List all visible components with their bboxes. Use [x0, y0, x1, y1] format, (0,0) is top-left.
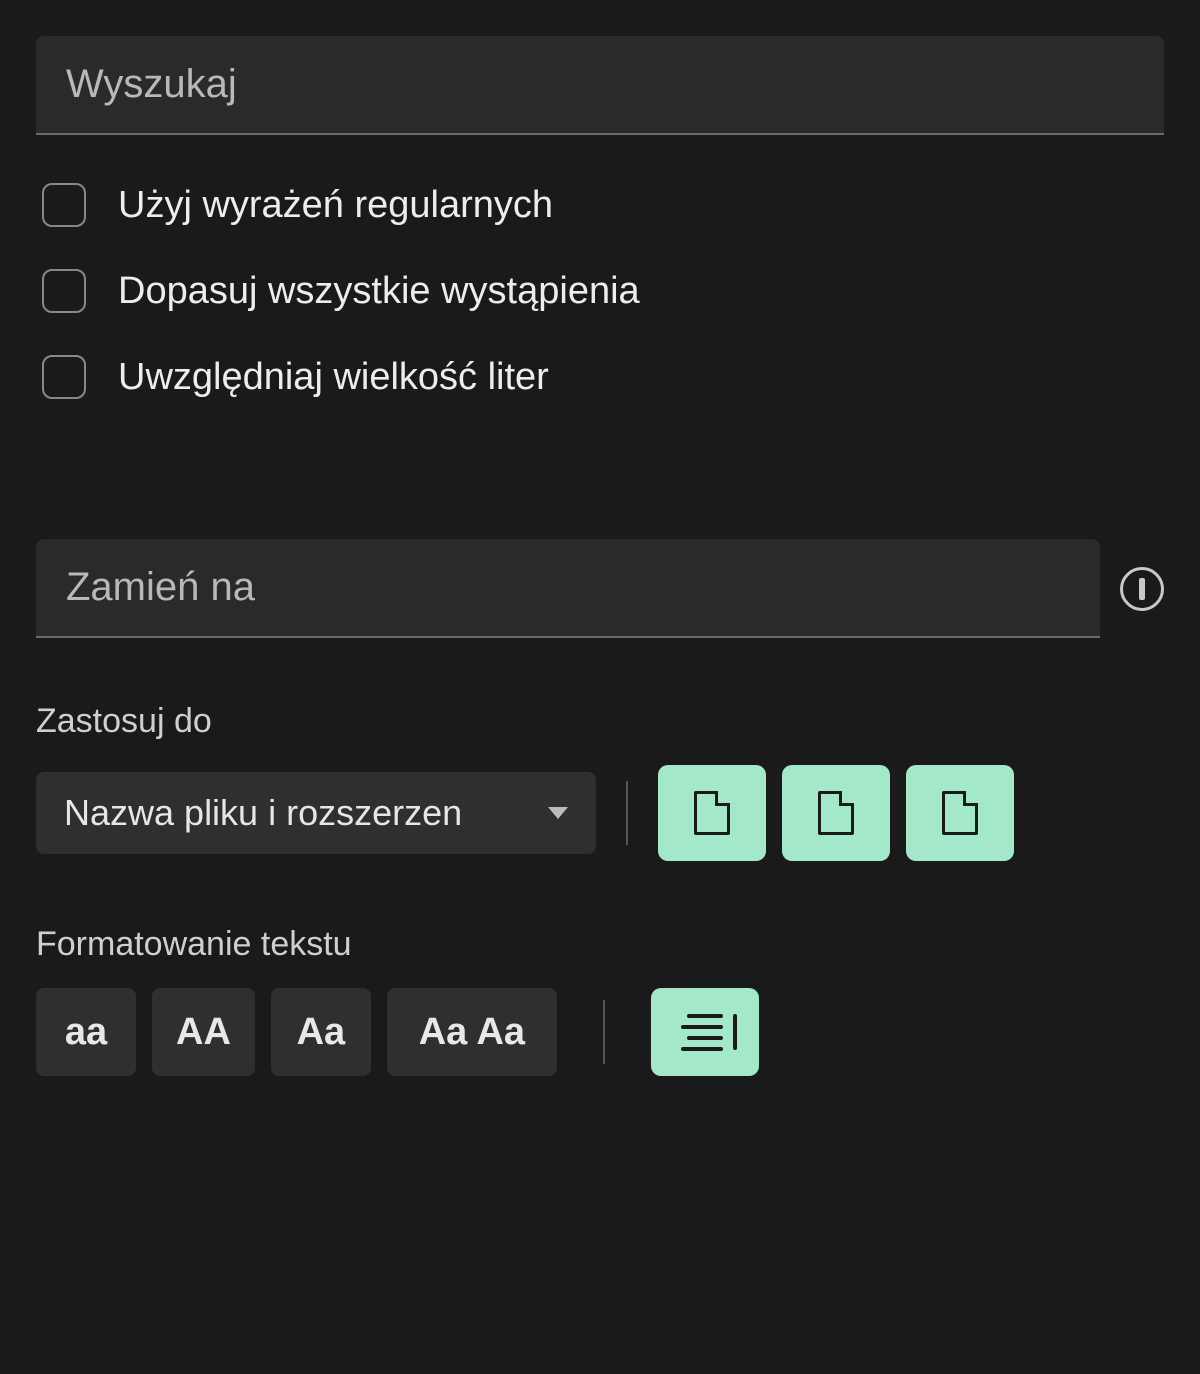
match-all-checkbox-row[interactable]: Dopasuj wszystkie wystąpienia: [42, 269, 1164, 313]
replace-input[interactable]: [36, 539, 1100, 638]
titlecase-button[interactable]: Aa Aa: [387, 988, 557, 1076]
enumerate-button[interactable]: [651, 988, 759, 1076]
case-sensitive-checkbox-row[interactable]: Uwzględniaj wielkość liter: [42, 355, 1164, 399]
file-type-button-3[interactable]: [906, 765, 1014, 861]
lowercase-button[interactable]: aa: [36, 988, 136, 1076]
document-icon: [818, 791, 854, 835]
divider: [603, 1000, 605, 1064]
checkbox-icon: [42, 183, 86, 227]
checkbox-icon: [42, 355, 86, 399]
regex-label: Użyj wyrażeń regularnych: [118, 184, 553, 227]
file-type-button-2[interactable]: [782, 765, 890, 861]
case-sensitive-label: Uwzględniaj wielkość liter: [118, 356, 549, 399]
file-type-button-1[interactable]: [658, 765, 766, 861]
apply-to-selected: Nazwa pliku i rozszerzen: [64, 792, 462, 834]
capitalize-button[interactable]: Aa: [271, 988, 371, 1076]
checkbox-icon: [42, 269, 86, 313]
info-icon[interactable]: [1120, 567, 1164, 611]
apply-to-label: Zastosuj do: [36, 702, 1164, 741]
match-all-label: Dopasuj wszystkie wystąpienia: [118, 270, 640, 313]
apply-to-select[interactable]: Nazwa pliku i rozszerzen: [36, 772, 596, 854]
formatting-label: Formatowanie tekstu: [36, 925, 1164, 964]
document-icon: [942, 791, 978, 835]
chevron-down-icon: [548, 807, 568, 819]
list-icon: [681, 1014, 729, 1050]
uppercase-button[interactable]: AA: [152, 988, 255, 1076]
regex-checkbox-row[interactable]: Użyj wyrażeń regularnych: [42, 183, 1164, 227]
divider: [626, 781, 628, 845]
search-input[interactable]: [36, 36, 1164, 135]
document-icon: [694, 791, 730, 835]
